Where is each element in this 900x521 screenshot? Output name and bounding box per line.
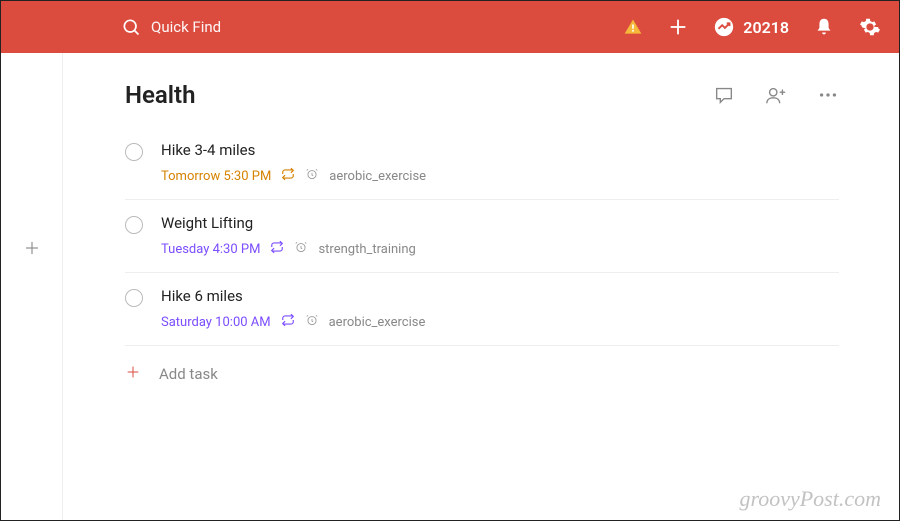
more-icon[interactable] (817, 84, 839, 106)
project-header: Health (125, 81, 839, 109)
reminder-icon (305, 167, 319, 185)
task-title: Hike 3-4 miles (161, 141, 839, 159)
recurring-icon (281, 313, 295, 331)
project-title: Health (125, 81, 713, 109)
recurring-icon (270, 240, 284, 258)
bell-icon[interactable] (813, 16, 835, 38)
task-checkbox[interactable] (125, 216, 143, 234)
task-meta: Saturday 10:00 AM aerobic_exercise (161, 313, 839, 331)
plus-icon (125, 364, 141, 384)
share-icon[interactable] (765, 84, 787, 106)
warning-icon[interactable] (623, 17, 643, 37)
task-due: Tuesday 4:30 PM (161, 242, 260, 257)
sidebar (1, 53, 63, 520)
task-row[interactable]: Weight Lifting Tuesday 4:30 PM strength_tr… (125, 200, 839, 273)
search-icon (121, 17, 141, 37)
comment-icon[interactable] (713, 84, 735, 106)
add-task-icon[interactable] (667, 16, 689, 38)
reminder-icon (305, 313, 319, 331)
task-body: Weight Lifting Tuesday 4:30 PM strength_tr… (161, 214, 839, 258)
watermark: groovyPost.com (739, 486, 881, 512)
search-area[interactable]: Quick Find (121, 17, 623, 37)
add-task-label: Add task (159, 365, 218, 383)
task-label[interactable]: aerobic_exercise (329, 169, 426, 184)
task-meta: Tomorrow 5:30 PM aerobic_exercise (161, 167, 839, 185)
task-row[interactable]: Hike 3-4 miles Tomorrow 5:30 PM aerobic_ex… (125, 135, 839, 200)
task-body: Hike 6 miles Saturday 10:00 AM aerobic_exe… (161, 287, 839, 331)
task-list: Hike 3-4 miles Tomorrow 5:30 PM aerobic_ex… (125, 135, 839, 346)
sidebar-add-button[interactable] (23, 239, 41, 261)
reminder-icon (294, 240, 308, 258)
project-actions (713, 84, 839, 106)
task-title: Weight Lifting (161, 214, 839, 232)
plus-icon (23, 239, 41, 257)
search-placeholder: Quick Find (151, 18, 221, 36)
task-body: Hike 3-4 miles Tomorrow 5:30 PM aerobic_ex… (161, 141, 839, 185)
add-task-button[interactable]: Add task (125, 346, 839, 402)
top-actions: 20218 (623, 16, 881, 38)
task-due: Saturday 10:00 AM (161, 315, 271, 330)
main-area: Health Hike 3-4 miles Tomorrow 5:30 PM aer… (1, 53, 899, 520)
top-bar: Quick Find 20218 (1, 1, 899, 53)
task-meta: Tuesday 4:30 PM strength_training (161, 240, 839, 258)
task-due: Tomorrow 5:30 PM (161, 169, 271, 184)
task-title: Hike 6 miles (161, 287, 839, 305)
karma-button[interactable]: 20218 (713, 16, 789, 38)
karma-points: 20218 (743, 18, 789, 37)
productivity-icon (713, 16, 735, 38)
task-row[interactable]: Hike 6 miles Saturday 10:00 AM aerobic_exe… (125, 273, 839, 346)
task-checkbox[interactable] (125, 143, 143, 161)
content: Health Hike 3-4 miles Tomorrow 5:30 PM aer… (63, 53, 899, 520)
task-label[interactable]: strength_training (318, 242, 415, 257)
task-label[interactable]: aerobic_exercise (329, 315, 426, 330)
recurring-icon (281, 167, 295, 185)
gear-icon[interactable] (859, 16, 881, 38)
task-checkbox[interactable] (125, 289, 143, 307)
